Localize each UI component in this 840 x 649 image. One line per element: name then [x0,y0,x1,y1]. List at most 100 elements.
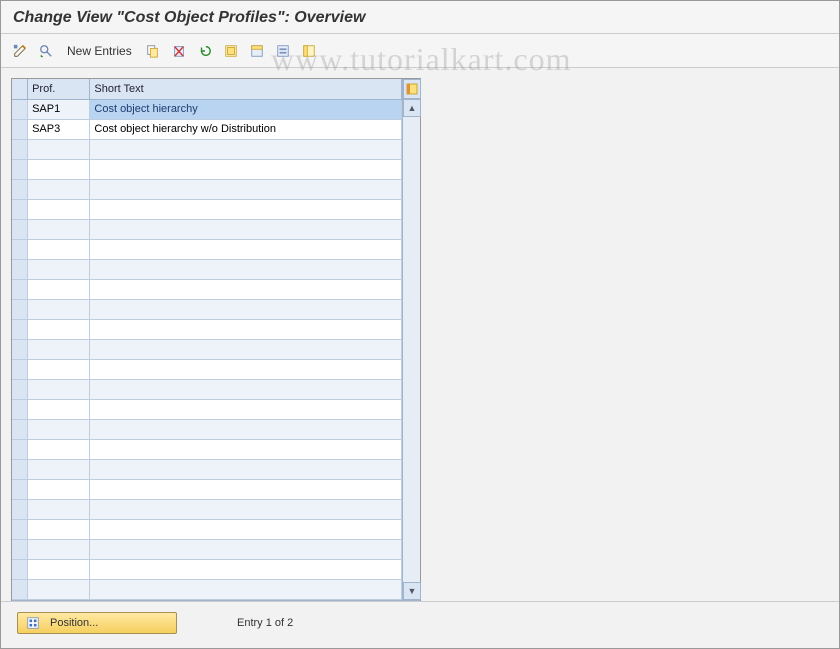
row-selector[interactable] [12,319,28,339]
cell-profile[interactable] [28,459,90,479]
row-selector[interactable] [12,419,28,439]
cell-short-text[interactable] [90,159,402,179]
table-row-empty[interactable] [12,579,402,599]
row-selector[interactable] [12,379,28,399]
table-row-empty[interactable] [12,519,402,539]
table-row-empty[interactable] [12,559,402,579]
cell-profile[interactable] [28,219,90,239]
cell-profile[interactable]: SAP1 [28,99,90,119]
position-button[interactable]: Position... [17,612,177,634]
cell-short-text[interactable] [90,379,402,399]
cell-short-text[interactable] [90,519,402,539]
cell-short-text[interactable] [90,299,402,319]
table-row-empty[interactable] [12,359,402,379]
scroll-down-icon[interactable]: ▼ [403,582,421,600]
row-selector[interactable] [12,159,28,179]
cell-profile[interactable] [28,259,90,279]
cell-profile[interactable] [28,139,90,159]
table-row[interactable]: SAP1Cost object hierarchy [12,99,402,119]
cell-short-text[interactable] [90,439,402,459]
select-block-icon[interactable] [246,40,268,62]
table-row-empty[interactable] [12,279,402,299]
cell-short-text[interactable] [90,499,402,519]
table-row-empty[interactable] [12,399,402,419]
table-row-empty[interactable] [12,539,402,559]
row-selector[interactable] [12,399,28,419]
row-selector[interactable] [12,279,28,299]
table-row-empty[interactable] [12,499,402,519]
cell-short-text[interactable] [90,179,402,199]
table-row-empty[interactable] [12,459,402,479]
row-selector[interactable] [12,359,28,379]
table-row-empty[interactable] [12,199,402,219]
cell-profile[interactable] [28,579,90,599]
cell-profile[interactable] [28,279,90,299]
row-selector[interactable] [12,259,28,279]
deselect-all-icon[interactable] [272,40,294,62]
row-selector[interactable] [12,579,28,599]
cell-profile[interactable] [28,399,90,419]
cell-short-text[interactable] [90,279,402,299]
row-selector[interactable] [12,459,28,479]
cell-short-text[interactable] [90,399,402,419]
cell-short-text[interactable] [90,359,402,379]
table-row-empty[interactable] [12,239,402,259]
cell-profile[interactable] [28,479,90,499]
find-icon[interactable] [35,40,57,62]
toggle-display-change-icon[interactable] [9,40,31,62]
cell-profile[interactable] [28,499,90,519]
cell-short-text[interactable] [90,579,402,599]
row-selector[interactable] [12,439,28,459]
cell-profile[interactable] [28,239,90,259]
table-row-empty[interactable] [12,299,402,319]
table-row-empty[interactable] [12,259,402,279]
cell-profile[interactable] [28,519,90,539]
table-row-empty[interactable] [12,479,402,499]
row-selector[interactable] [12,339,28,359]
cell-short-text[interactable] [90,479,402,499]
select-all-header[interactable] [12,79,28,99]
row-selector[interactable] [12,139,28,159]
cell-profile[interactable] [28,159,90,179]
row-selector[interactable] [12,219,28,239]
row-selector[interactable] [12,199,28,219]
table-settings-corner-icon[interactable] [403,79,421,99]
table-row-empty[interactable] [12,159,402,179]
delete-icon[interactable] [168,40,190,62]
cell-short-text[interactable] [90,419,402,439]
column-header-profile[interactable]: Prof. [28,79,90,99]
row-selector[interactable] [12,539,28,559]
cell-short-text[interactable] [90,259,402,279]
cell-short-text[interactable]: Cost object hierarchy [90,99,402,119]
cell-profile[interactable] [28,299,90,319]
cell-profile[interactable] [28,179,90,199]
row-selector[interactable] [12,179,28,199]
row-selector[interactable] [12,239,28,259]
cell-profile[interactable] [28,319,90,339]
vertical-scrollbar[interactable]: ▲ ▼ [402,79,420,600]
table-row-empty[interactable] [12,339,402,359]
copy-as-icon[interactable] [142,40,164,62]
row-selector[interactable] [12,519,28,539]
cell-profile[interactable] [28,339,90,359]
cell-short-text[interactable] [90,459,402,479]
table-row[interactable]: SAP3Cost object hierarchy w/o Distributi… [12,119,402,139]
profiles-table[interactable]: Prof. Short Text SAP1Cost object hierarc… [12,79,402,600]
row-selector[interactable] [12,299,28,319]
row-selector[interactable] [12,99,28,119]
cell-short-text[interactable] [90,339,402,359]
table-row-empty[interactable] [12,139,402,159]
cell-profile[interactable] [28,359,90,379]
table-row-empty[interactable] [12,419,402,439]
cell-short-text[interactable] [90,239,402,259]
vertical-scroll-track[interactable] [403,117,420,582]
row-selector[interactable] [12,479,28,499]
select-all-icon[interactable] [220,40,242,62]
row-selector[interactable] [12,559,28,579]
cell-short-text[interactable] [90,219,402,239]
table-row-empty[interactable] [12,219,402,239]
cell-profile[interactable] [28,559,90,579]
undo-change-icon[interactable] [194,40,216,62]
table-row-empty[interactable] [12,179,402,199]
table-row-empty[interactable] [12,319,402,339]
